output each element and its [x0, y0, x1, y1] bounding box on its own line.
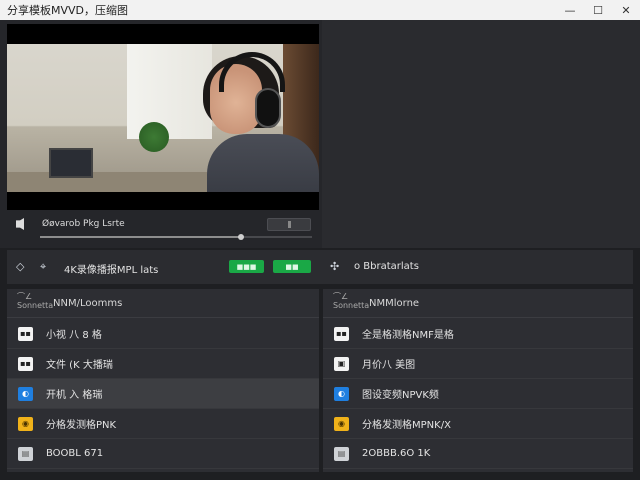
list-item-label: 分格发测格MPNK/X	[362, 420, 451, 431]
minimize-button[interactable]: —	[556, 0, 584, 20]
toolbar-right: ✣ o Bbratarlats	[322, 250, 633, 284]
video-frame	[7, 44, 319, 192]
list-item-label: 开机 入 格瑞	[46, 390, 103, 401]
crosshair-icon[interactable]: ⌖	[40, 260, 46, 274]
doc-icon: ▤	[18, 446, 33, 461]
toolbar-left: ◇ ⌖ 4K录像播报MPL lats ■■■ ■■	[7, 250, 322, 284]
panel-title: NNM/Loomms	[53, 298, 123, 309]
video-icon: ▪▪	[18, 356, 33, 371]
video-preview[interactable]	[7, 24, 319, 210]
left-file-panel: ⌒∠ Sonnetta NNM/Loomms ▪▪ 小视 八 8 格 ▪▪ 文件 …	[7, 289, 319, 472]
maximize-button[interactable]: ☐	[584, 0, 612, 20]
list-item-label: 月价八 美图	[362, 360, 416, 371]
image-icon: ▣	[334, 356, 349, 371]
move-icon[interactable]: ✣	[330, 260, 339, 273]
list-item-label: 图设变频NPVK频	[362, 390, 439, 401]
progress-handle[interactable]	[238, 234, 244, 240]
list-item[interactable]: ▪▪ 文件 (K 大播瑞	[7, 349, 319, 379]
folder-icon[interactable]: ⌒∠ Sonnetta	[17, 292, 53, 310]
toolbar-right-label: o Bbratarlats	[354, 261, 419, 272]
list-item[interactable]: ◉ 分格发测格PNK	[7, 409, 319, 439]
doc-icon: ▤	[334, 446, 349, 461]
video-icon: ▪▪	[18, 326, 33, 341]
blue-file-icon: ◐	[18, 386, 33, 401]
panel-title: NMMlorne	[369, 298, 420, 309]
video-icon: ▪▪	[334, 326, 349, 341]
preview-empty-area	[322, 20, 640, 248]
list-item-label: 2OBBB.6O 1K	[362, 448, 431, 459]
list-item-label: 分格发测格PNK	[46, 420, 117, 431]
list-item-label: 文件 (K 大播瑞	[46, 360, 113, 371]
list-item[interactable]: ▪▪ 全是格测格NMF是格	[323, 319, 633, 349]
list-item[interactable]: ◉ 分格发测格MPNK/X	[323, 409, 633, 439]
list-item-selected[interactable]: ◐ 开机 入 格瑞	[7, 379, 319, 409]
player-toggle[interactable]	[267, 218, 311, 231]
list-item[interactable]: ▣ 月价八 美图	[323, 349, 633, 379]
title-bar: 分享模板MVVD，压缩图 — ☐ ✕	[0, 0, 640, 20]
blue-file-icon: ◐	[334, 386, 349, 401]
green-button-1[interactable]: ■■■	[229, 260, 264, 273]
list-item[interactable]: ◐ 图设变频NPVK频	[323, 379, 633, 409]
toolbar-left-label: 4K录像播报MPL lats	[64, 265, 159, 276]
folder-icon[interactable]: ⌒∠ Sonnetta	[333, 292, 369, 310]
yellow-file-icon: ◉	[18, 416, 33, 431]
diamond-icon[interactable]: ◇	[16, 260, 24, 273]
right-file-panel: ⌒∠ Sonnetta NMMlorne ▪▪ 全是格测格NMF是格 ▣ 月价八 …	[323, 289, 633, 472]
panel-header: ⌒∠ Sonnetta NMMlorne	[323, 289, 633, 318]
list-item-label: 小视 八 8 格	[46, 330, 102, 341]
list-item[interactable]: ▤ BOOBL 671	[7, 439, 319, 469]
close-button[interactable]: ✕	[612, 0, 640, 20]
yellow-file-icon: ◉	[334, 416, 349, 431]
list-item[interactable]: ▪▪ 小视 八 8 格	[7, 319, 319, 349]
player-label: Øøvarob Pkg Lsrte	[42, 219, 125, 229]
progress-bar[interactable]	[40, 236, 241, 238]
list-item[interactable]: ▤ 2OBBB.6O 1K	[323, 439, 633, 469]
green-button-2[interactable]: ■■	[273, 260, 311, 273]
panel-header: ⌒∠ Sonnetta NNM/Loomms	[7, 289, 319, 318]
window-title: 分享模板MVVD，压缩图	[7, 4, 129, 17]
progress-track[interactable]	[241, 236, 312, 238]
list-item-label: 全是格测格NMF是格	[362, 330, 454, 341]
list-item-label: BOOBL 671	[46, 448, 104, 459]
